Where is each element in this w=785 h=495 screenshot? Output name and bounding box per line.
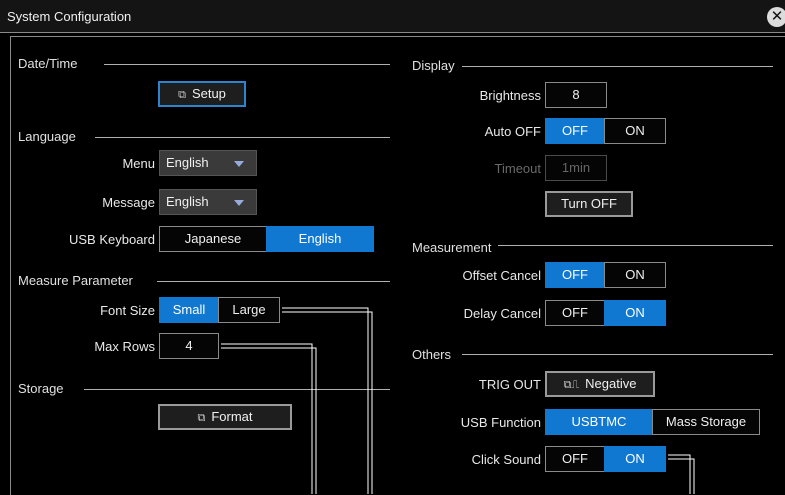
section-divider (157, 281, 390, 282)
max-rows-label: Max Rows (94, 339, 155, 354)
delay-cancel-option-off[interactable]: OFF (545, 300, 605, 326)
trig-out-label: TRIG OUT (478, 377, 541, 392)
section-divider (498, 245, 773, 246)
usb-function-option-usbtmc[interactable]: USBTMC (545, 409, 653, 435)
chevron-down-icon (234, 161, 244, 167)
usb-keyboard-label: USB Keyboard (69, 232, 155, 247)
trig-out-value: Negative (585, 376, 637, 391)
menu-label: Menu (122, 156, 155, 171)
section-divider (462, 354, 773, 355)
trig-out-button[interactable]: ⧉⎍ Negative (545, 371, 655, 397)
popup-icon: ⧉ (178, 89, 186, 101)
max-rows-input[interactable]: 4 (159, 333, 219, 359)
message-language-value: English (166, 194, 209, 209)
offset-cancel-label: Offset Cancel (462, 268, 541, 283)
turn-off-button[interactable]: Turn OFF (545, 191, 633, 217)
offset-cancel-option-on[interactable]: ON (604, 262, 666, 288)
font-size-option-small[interactable]: Small (159, 297, 219, 323)
negative-pulse-icon: ⧉⎍ (563, 379, 580, 391)
click-sound-option-on[interactable]: ON (604, 446, 666, 472)
section-divider (95, 137, 390, 138)
format-label: Format (211, 409, 253, 424)
auto-off-label: Auto OFF (484, 124, 541, 139)
usb-keyboard-option-english[interactable]: English (266, 226, 374, 252)
offset-cancel-option-off[interactable]: OFF (545, 262, 605, 288)
delay-cancel-label: Delay Cancel (463, 306, 541, 321)
setup-button[interactable]: ⧉ Setup (158, 81, 246, 107)
section-divider (462, 66, 773, 67)
auto-off-option-off[interactable]: OFF (545, 118, 605, 144)
brightness-label: Brightness (479, 88, 541, 103)
section-divider (104, 64, 390, 65)
delay-cancel-option-on[interactable]: ON (604, 300, 666, 326)
message-label: Message (102, 195, 155, 210)
auto-off-option-on[interactable]: ON (604, 118, 666, 144)
section-measure-parameter: Measure Parameter (18, 273, 133, 288)
font-size-label: Font Size (100, 303, 155, 318)
section-date-time: Date/Time (18, 56, 78, 71)
popup-icon: ⧉ (197, 412, 206, 424)
dialog-title: System Configuration (7, 9, 132, 24)
usb-function-label: USB Function (460, 415, 541, 430)
section-display: Display (412, 58, 455, 73)
menu-language-dropdown[interactable]: English (159, 150, 257, 176)
timeout-input: 1min (545, 155, 607, 181)
timeout-label: Timeout (494, 161, 541, 176)
font-size-option-large[interactable]: Large (218, 297, 280, 323)
system-configuration-dialog: System Configuration ✕ Date/Time ⧉ Setup … (0, 0, 785, 495)
click-sound-option-off[interactable]: OFF (545, 446, 605, 472)
setup-label: Setup (191, 86, 226, 101)
format-button[interactable]: ⧉ Format (158, 404, 292, 430)
section-divider (84, 389, 390, 390)
section-storage: Storage (18, 381, 64, 396)
section-measurement: Measurement (412, 240, 492, 255)
section-language: Language (18, 129, 76, 144)
usb-keyboard-option-japanese[interactable]: Japanese (159, 226, 267, 252)
title-bar: System Configuration ✕ (0, 0, 785, 33)
close-icon[interactable]: ✕ (767, 7, 785, 27)
message-language-dropdown[interactable]: English (159, 189, 257, 215)
menu-language-value: English (166, 155, 209, 170)
click-sound-label: Click Sound (471, 452, 541, 467)
brightness-input[interactable]: 8 (545, 82, 607, 108)
usb-function-option-mass-storage[interactable]: Mass Storage (652, 409, 760, 435)
chevron-down-icon (234, 200, 244, 206)
section-others: Others (412, 347, 452, 362)
